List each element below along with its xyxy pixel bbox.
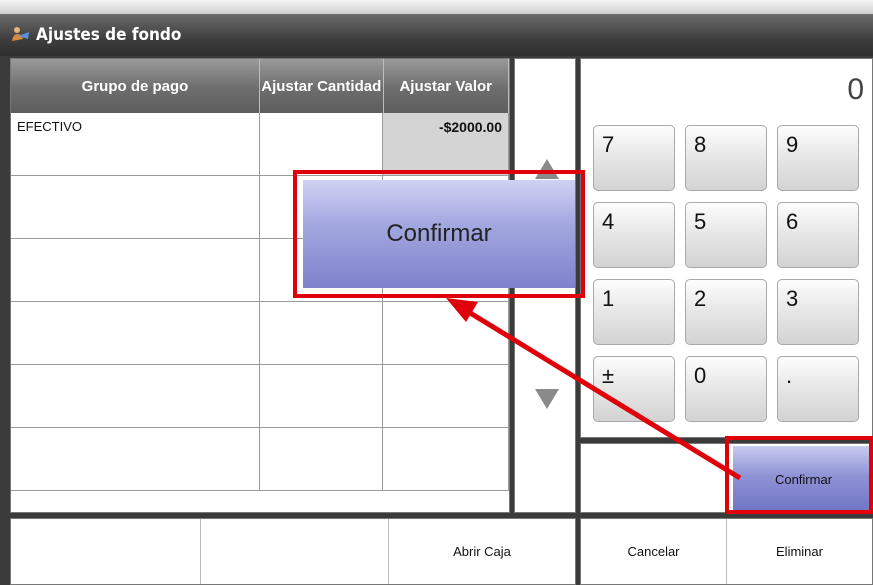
confirm-zoom-label: Confirmar — [303, 180, 575, 288]
confirm-highlight-box — [725, 436, 873, 514]
confirm-zoom-callout: Confirmar — [293, 170, 585, 298]
